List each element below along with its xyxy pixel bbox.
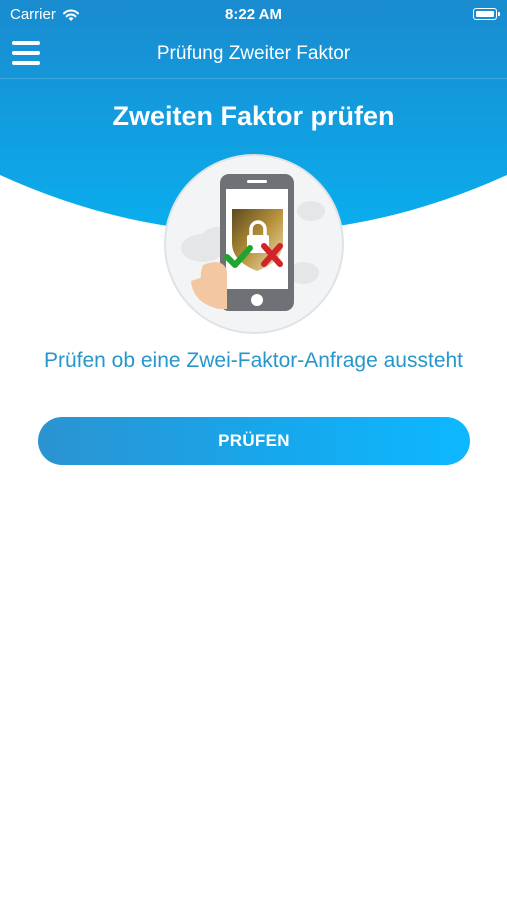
check-button[interactable]: PRÜFEN [38,417,470,465]
nav-title: Prüfung Zweiter Faktor [156,43,351,64]
page-title: Zweiten Faktor prüfen [112,101,395,131]
battery-icon [473,8,500,20]
two-factor-phone-illustration [164,154,344,334]
status-bar: Carrier 8:22 AM [0,0,507,30]
clock: 8:22 AM [225,6,282,23]
two-factor-prompt: Prüfen ob eine Zwei-Faktor-Anfrage ausst… [43,349,464,372]
navigation-bar: Prüfung Zweiter Faktor [0,30,507,79]
